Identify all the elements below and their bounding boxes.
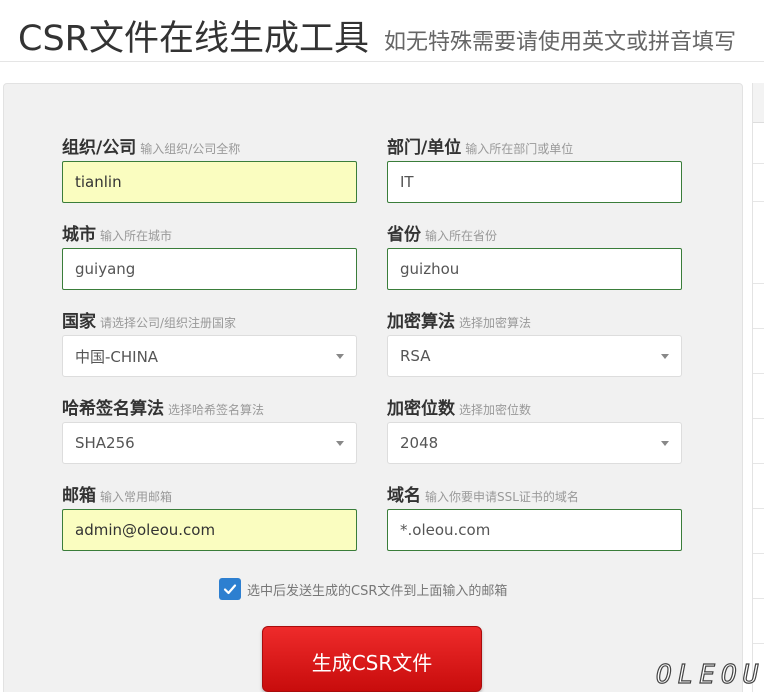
- dept-input[interactable]: IT: [387, 161, 682, 203]
- oleou-watermark: OLEOU: [655, 659, 764, 690]
- algorithm-value: RSA: [400, 347, 431, 365]
- org-hint: 输入组织/公司全称: [140, 142, 241, 156]
- country-hint: 请选择公司/组织注册国家: [100, 316, 237, 330]
- bits-hint: 选择加密位数: [459, 403, 532, 417]
- side-divider: [753, 373, 764, 374]
- city-field: 城市 输入所在城市 guiyang: [62, 220, 358, 290]
- chevron-down-icon: [336, 353, 344, 359]
- country-label-text: 国家: [62, 312, 96, 332]
- email-label: 邮箱 输入常用邮箱: [62, 481, 358, 506]
- bits-value: 2048: [400, 434, 439, 452]
- side-divider: [753, 418, 764, 419]
- hash-field: 哈希签名算法 选择哈希签名算法 SHA256: [62, 394, 358, 464]
- hash-value: SHA256: [75, 434, 135, 452]
- domain-hint: 输入你要申请SSL证书的域名: [425, 490, 579, 504]
- org-input[interactable]: tianlin: [62, 161, 357, 203]
- dept-field: 部门/单位 输入所在部门或单位 IT: [387, 133, 683, 203]
- email-input[interactable]: admin@oleou.com: [62, 509, 357, 551]
- org-label: 组织/公司 输入组织/公司全称: [62, 133, 358, 158]
- algorithm-label: 加密算法 选择加密算法: [387, 307, 683, 332]
- country-value: 中国-CHINA: [75, 347, 159, 366]
- chevron-down-icon: [661, 353, 669, 359]
- province-field: 省份 输入所在省份 guizhou: [387, 220, 683, 290]
- city-label-text: 城市: [62, 225, 96, 245]
- city-label: 城市 输入所在城市: [62, 220, 358, 245]
- hash-select[interactable]: SHA256: [62, 422, 357, 464]
- bits-label-text: 加密位数: [387, 399, 455, 419]
- algorithm-label-text: 加密算法: [387, 312, 455, 332]
- org-field: 组织/公司 输入组织/公司全称 tianlin: [62, 133, 358, 203]
- dept-label-text: 部门/单位: [387, 138, 462, 158]
- send-email-option[interactable]: 选中后发送生成的CSR文件到上面输入的邮箱: [219, 578, 507, 600]
- email-hint: 输入常用邮箱: [100, 490, 173, 504]
- bits-select[interactable]: 2048: [387, 422, 682, 464]
- city-value: guiyang: [75, 260, 136, 278]
- province-label: 省份 输入所在省份: [387, 220, 683, 245]
- dept-label: 部门/单位 输入所在部门或单位: [387, 133, 683, 158]
- page-subtitle: 如无特殊需要请使用英文或拼音填写: [384, 30, 737, 55]
- side-divider: [753, 463, 764, 464]
- domain-label-text: 域名: [387, 486, 421, 506]
- hash-label-text: 哈希签名算法: [62, 399, 164, 419]
- generate-csr-button-label: 生成CSR文件: [311, 651, 433, 675]
- email-label-text: 邮箱: [62, 486, 96, 506]
- side-divider: [753, 201, 764, 202]
- city-input[interactable]: guiyang: [62, 248, 357, 290]
- email-value: admin@oleou.com: [75, 521, 216, 539]
- chevron-down-icon: [661, 440, 669, 446]
- side-divider: [753, 643, 764, 644]
- page-header: CSR文件在线生成工具 如无特殊需要请使用英文或拼音填写: [0, 0, 764, 62]
- domain-input[interactable]: *.oleou.com: [387, 509, 682, 551]
- email-field: 邮箱 输入常用邮箱 admin@oleou.com: [62, 481, 358, 551]
- hash-hint: 选择哈希签名算法: [168, 403, 265, 417]
- algorithm-select[interactable]: RSA: [387, 335, 682, 377]
- province-hint: 输入所在省份: [425, 229, 498, 243]
- bits-label: 加密位数 选择加密位数: [387, 394, 683, 419]
- checkmark-icon: [223, 584, 237, 595]
- dept-value: IT: [400, 173, 414, 191]
- page-title: CSR文件在线生成工具: [18, 19, 369, 59]
- algorithm-field: 加密算法 选择加密算法 RSA: [387, 307, 683, 377]
- country-label: 国家 请选择公司/组织注册国家: [62, 307, 358, 332]
- side-divider: [753, 163, 764, 164]
- dept-hint: 输入所在部门或单位: [465, 142, 574, 156]
- side-divider: [753, 328, 764, 329]
- country-select[interactable]: 中国-CHINA: [62, 335, 357, 377]
- side-divider: [753, 283, 764, 284]
- org-value: tianlin: [75, 173, 122, 191]
- province-input[interactable]: guizhou: [387, 248, 682, 290]
- city-hint: 输入所在城市: [100, 229, 173, 243]
- side-divider: [753, 598, 764, 599]
- side-divider: [753, 508, 764, 509]
- chevron-down-icon: [336, 440, 344, 446]
- side-panel-header: [753, 83, 764, 123]
- send-email-checkbox[interactable]: [219, 578, 241, 600]
- province-label-text: 省份: [387, 225, 421, 245]
- side-panel: [752, 83, 764, 692]
- domain-field: 域名 输入你要申请SSL证书的域名 *.oleou.com: [387, 481, 683, 551]
- algorithm-hint: 选择加密算法: [459, 316, 532, 330]
- generate-csr-button[interactable]: 生成CSR文件: [262, 626, 482, 692]
- send-email-label: 选中后发送生成的CSR文件到上面输入的邮箱: [247, 583, 508, 599]
- side-divider: [753, 553, 764, 554]
- domain-value: *.oleou.com: [400, 521, 491, 539]
- hash-label: 哈希签名算法 选择哈希签名算法: [62, 394, 358, 419]
- domain-label: 域名 输入你要申请SSL证书的域名: [387, 481, 683, 506]
- org-label-text: 组织/公司: [62, 138, 137, 158]
- province-value: guizhou: [400, 260, 460, 278]
- bits-field: 加密位数 选择加密位数 2048: [387, 394, 683, 464]
- country-field: 国家 请选择公司/组织注册国家 中国-CHINA: [62, 307, 358, 377]
